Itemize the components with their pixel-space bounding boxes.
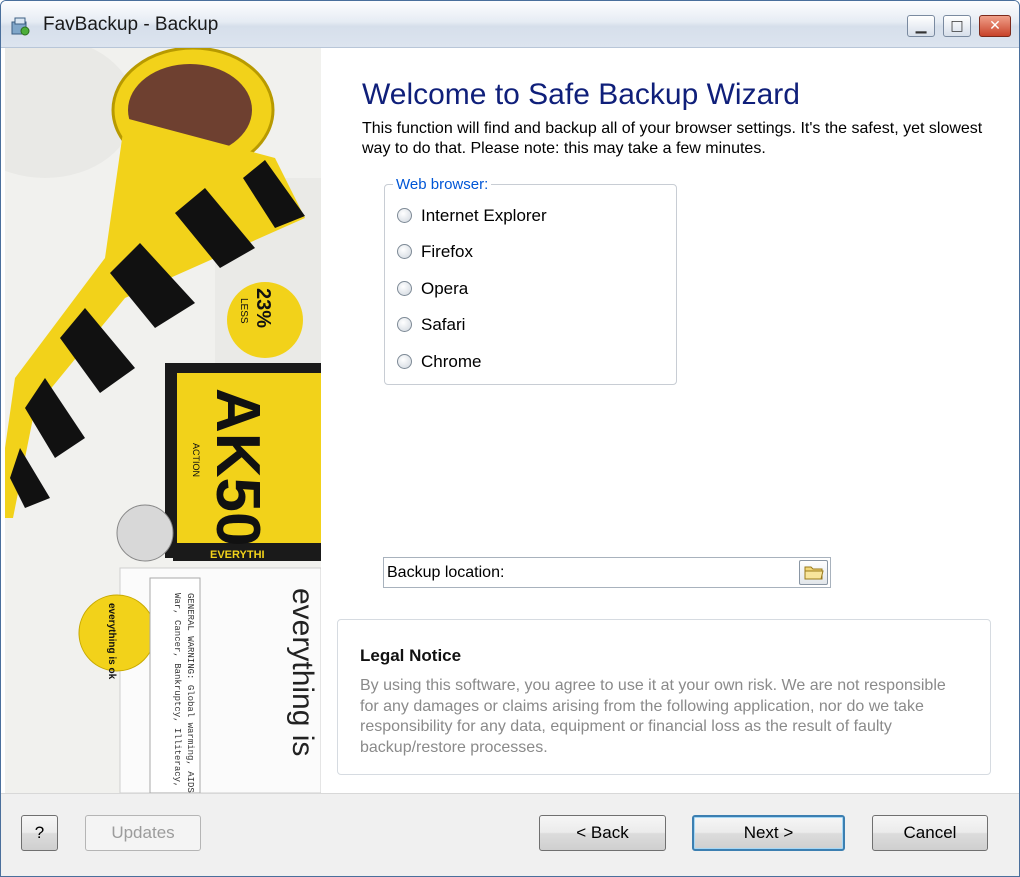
legal-notice-title: Legal Notice [360, 646, 462, 665]
warning-text-line2: War, Cancer, Bankruptcy, Illiteracy, Clo… [172, 593, 182, 793]
page-title: Welcome to Safe Backup Wizard [362, 78, 800, 111]
backup-location-label: Backup location: [387, 564, 505, 581]
title-bar[interactable]: FavBackup - Backup ▁ □ ✕ [1, 1, 1019, 48]
wizard-description: This function will find and backup all o… [362, 120, 983, 157]
updates-button[interactable]: Updates [85, 815, 201, 851]
warning-text-line1: GENERAL WARNING: Global warming, AIDS, [185, 593, 195, 793]
maximize-button[interactable]: □ [943, 15, 971, 37]
help-button[interactable]: ? [21, 815, 58, 851]
badge-percent-text: 23% [252, 288, 274, 328]
folder-icon [804, 566, 824, 580]
minimize-icon: ▁ [915, 18, 927, 34]
window-title: FavBackup - Backup [43, 14, 219, 35]
legal-notice-panel: Legal Notice By using this software, you… [337, 619, 991, 775]
caution-tape-illustration: EVERYTHI AK50 ACTION 23% LESS everything… [5, 48, 321, 793]
wizard-footer: ? Updates < Back Next > Cancel [1, 793, 1019, 876]
radio-label[interactable]: Internet Explorer [421, 206, 547, 226]
wizard-content: Welcome to Safe Backup Wizard This funct… [321, 48, 1019, 793]
badge-less-text: LESS [238, 298, 249, 324]
close-icon: ✕ [989, 18, 1001, 34]
radio-circle-icon[interactable] [397, 208, 412, 223]
radio-label[interactable]: Opera [421, 279, 468, 299]
app-icon [11, 17, 30, 36]
radio-label[interactable]: Chrome [421, 352, 481, 372]
backup-location-field[interactable]: Backup location: [383, 557, 831, 588]
button-badge-text: everything is ok [106, 603, 117, 680]
maximize-icon: □ [950, 18, 964, 34]
web-browser-legend: Web browser: [393, 176, 492, 193]
browse-folder-button[interactable] [799, 560, 828, 585]
app-window: FavBackup - Backup ▁ □ ✕ EVERYTHI AK50 A… [0, 0, 1020, 877]
can-label-text: AK50 [203, 388, 272, 547]
next-button[interactable]: Next > [692, 815, 845, 851]
vertical-slogan-text: everything is [286, 588, 319, 756]
sidebar-illustration: EVERYTHI AK50 ACTION 23% LESS everything… [5, 48, 321, 793]
radio-circle-icon[interactable] [397, 354, 412, 369]
legal-notice-text: By using this software, you agree to use… [360, 677, 946, 756]
strip-text: EVERYTHI [210, 549, 265, 561]
radio-circle-icon[interactable] [397, 244, 412, 259]
minimize-button[interactable]: ▁ [907, 15, 935, 37]
back-button[interactable]: < Back [539, 815, 666, 851]
radio-label[interactable]: Safari [421, 315, 465, 335]
close-button[interactable]: ✕ [979, 15, 1011, 37]
radio-circle-icon[interactable] [397, 281, 412, 296]
can-side-text: ACTION [191, 443, 201, 477]
cancel-button[interactable]: Cancel [872, 815, 988, 851]
radio-circle-icon[interactable] [397, 317, 412, 332]
web-browser-group: Web browser: Internet Explorer Firefox O… [384, 176, 677, 385]
radio-label[interactable]: Firefox [421, 242, 473, 262]
